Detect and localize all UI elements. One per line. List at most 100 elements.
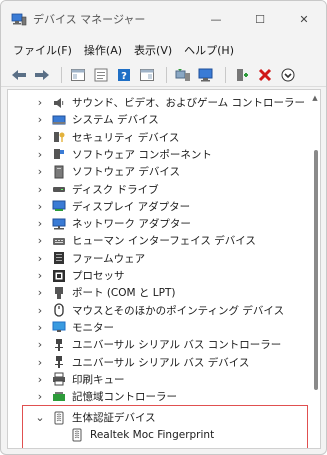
- tree-item-label: マウスとそのほかのポインティング デバイス: [72, 304, 285, 317]
- tree-item-security-devices[interactable]: › セキュリティ デバイス: [8, 129, 308, 146]
- toolbar: ?: [1, 63, 326, 87]
- chevron-right-icon[interactable]: ›: [34, 113, 46, 126]
- action-pane-button[interactable]: [137, 66, 157, 84]
- title-bar[interactable]: デバイス マネージャー — ☐ ✕: [1, 1, 326, 37]
- help-icon: ?: [118, 68, 130, 82]
- menu-file[interactable]: ファイル(F): [7, 42, 78, 58]
- hid-icon: [53, 237, 65, 245]
- tree-item-label: サウンド、ビデオ、およびゲーム コントローラー: [72, 97, 305, 109]
- device-manager-window: デバイス マネージャー — ☐ ✕ ファイル(F) 操作(A) 表示(V) ヘル…: [0, 0, 327, 455]
- chevron-right-icon[interactable]: ›: [34, 356, 46, 369]
- tree-item-display-adapters[interactable]: › ディスプレイ アダプター: [8, 198, 308, 215]
- usb-device-icon: [55, 356, 63, 368]
- storage-controller-icon: [53, 391, 65, 401]
- show-hide-console-tree-button[interactable]: [68, 66, 88, 84]
- forward-button[interactable]: [32, 66, 52, 84]
- scroll-up-icon[interactable]: ▲: [311, 94, 319, 102]
- scan-hardware-icon: [198, 68, 213, 81]
- update-driver-button[interactable]: [173, 66, 193, 84]
- uninstall-button[interactable]: [255, 66, 275, 84]
- device-tree[interactable]: › サウンド、ビデオ、およびゲーム コントローラー › システム デバイス › …: [7, 89, 321, 449]
- scroll-thumb[interactable]: [314, 150, 318, 390]
- forward-arrow-icon: [35, 69, 49, 80]
- tree-item-network-adapters[interactable]: › ネットワーク アダプター: [8, 215, 308, 232]
- menu-action[interactable]: 操作(A): [78, 42, 128, 58]
- tree-item-label: システム デバイス: [72, 114, 159, 127]
- tree-item-mice[interactable]: › マウスとそのほかのポインティング デバイス: [8, 302, 308, 319]
- tree-item-monitors[interactable]: › モニター: [8, 319, 308, 336]
- tree-item-label: ディスク ドライブ: [72, 183, 159, 196]
- tree-item-software-devices[interactable]: › ソフトウェア デバイス: [8, 163, 308, 180]
- chevron-right-icon[interactable]: ›: [34, 234, 46, 247]
- tree-item-label: モニター: [72, 321, 114, 334]
- menu-help[interactable]: ヘルプ(H): [178, 42, 240, 58]
- chevron-right-icon[interactable]: ›: [34, 304, 46, 317]
- software-device-icon: [54, 165, 64, 179]
- tree-item-label: ユニバーサル シリアル バス デバイス: [72, 356, 250, 369]
- tree-item-system-devices[interactable]: › システム デバイス: [8, 111, 308, 128]
- chevron-right-icon[interactable]: ›: [34, 286, 46, 299]
- close-button[interactable]: ✕: [282, 1, 326, 37]
- firmware-icon: [54, 252, 64, 265]
- tree-item-usb-controllers[interactable]: › ユニバーサル シリアル バス コントローラー: [8, 336, 308, 353]
- window-controls: — ☐ ✕: [194, 1, 326, 37]
- download-driver-icon: [281, 68, 295, 81]
- chevron-right-icon[interactable]: ›: [34, 200, 46, 213]
- chevron-right-icon[interactable]: ›: [34, 148, 46, 161]
- tree-item-label: ディスプレイ アダプター: [72, 200, 191, 213]
- chevron-right-icon[interactable]: ›: [34, 165, 46, 178]
- help-button[interactable]: ?: [114, 66, 134, 84]
- chevron-right-icon[interactable]: ›: [34, 217, 46, 230]
- properties-button[interactable]: [91, 66, 111, 84]
- tree-item-ports[interactable]: › ポート (COM と LPT): [8, 284, 308, 301]
- chevron-right-icon[interactable]: ›: [34, 321, 46, 334]
- tree-item-label: ネットワーク アダプター: [72, 218, 191, 231]
- tree-item-disk-drives[interactable]: › ディスク ドライブ: [8, 181, 308, 198]
- chevron-right-icon[interactable]: ›: [34, 373, 46, 386]
- tree-item-usb-devices[interactable]: › ユニバーサル シリアル バス デバイス: [8, 354, 308, 371]
- properties-icon: [94, 68, 108, 81]
- software-component-icon: [54, 149, 64, 160]
- minimize-button[interactable]: —: [194, 1, 238, 37]
- vertical-scrollbar[interactable]: ▲: [312, 94, 318, 444]
- toolbar-separator: [61, 66, 62, 83]
- back-arrow-icon: [12, 69, 26, 80]
- tree-item-print-queues[interactable]: › 印刷キュー: [8, 371, 308, 388]
- tree-item-processors[interactable]: › プロセッサ: [8, 267, 308, 284]
- download-driver-button[interactable]: [278, 66, 298, 84]
- update-driver-icon: [175, 68, 190, 81]
- chevron-right-icon[interactable]: ›: [34, 269, 46, 282]
- tree-item-label: ソフトウェア コンポーネント: [72, 148, 212, 161]
- back-button[interactable]: [9, 66, 29, 84]
- tree-item-firmware[interactable]: › ファームウェア: [8, 250, 308, 267]
- action-pane-icon: [140, 68, 154, 81]
- tree-item-hid[interactable]: › ヒューマン インターフェイス デバイス: [8, 232, 308, 249]
- highlight-frame: [22, 405, 308, 448]
- show-hide-console-tree-icon: [71, 68, 85, 81]
- tree-item-storage-controllers[interactable]: › 記憶域コントローラー: [8, 388, 308, 405]
- maximize-button[interactable]: ☐: [238, 1, 282, 37]
- menu-view[interactable]: 表示(V): [128, 42, 178, 58]
- tree-item-label: プロセッサ: [72, 270, 125, 282]
- mouse-icon: [54, 303, 64, 317]
- tree-item-label: ポート (COM と LPT): [72, 287, 176, 300]
- chevron-right-icon[interactable]: ›: [34, 183, 46, 196]
- tree-item-software-components[interactable]: › ソフトウェア コンポーネント: [8, 146, 308, 163]
- chevron-right-icon[interactable]: ›: [34, 252, 46, 265]
- add-legacy-hardware-button[interactable]: [232, 66, 252, 84]
- printer-icon: [53, 372, 65, 386]
- chevron-right-icon[interactable]: ›: [34, 96, 46, 109]
- device-manager-app-icon: [11, 13, 27, 26]
- tree-item-sound[interactable]: › サウンド、ビデオ、およびゲーム コントローラー: [8, 94, 308, 111]
- speaker-icon: [54, 97, 64, 108]
- display-adapter-icon: [52, 200, 66, 212]
- add-legacy-hardware-icon: [237, 68, 248, 81]
- scan-hardware-button[interactable]: [196, 66, 216, 84]
- system-device-icon: [52, 115, 66, 125]
- tree-item-label: ユニバーサル シリアル バス コントローラー: [72, 339, 282, 352]
- chevron-right-icon[interactable]: ›: [34, 131, 46, 144]
- chevron-right-icon[interactable]: ›: [34, 390, 46, 403]
- chevron-right-icon[interactable]: ›: [34, 338, 46, 351]
- monitor-icon: [52, 321, 66, 333]
- svg-text:?: ?: [121, 71, 127, 82]
